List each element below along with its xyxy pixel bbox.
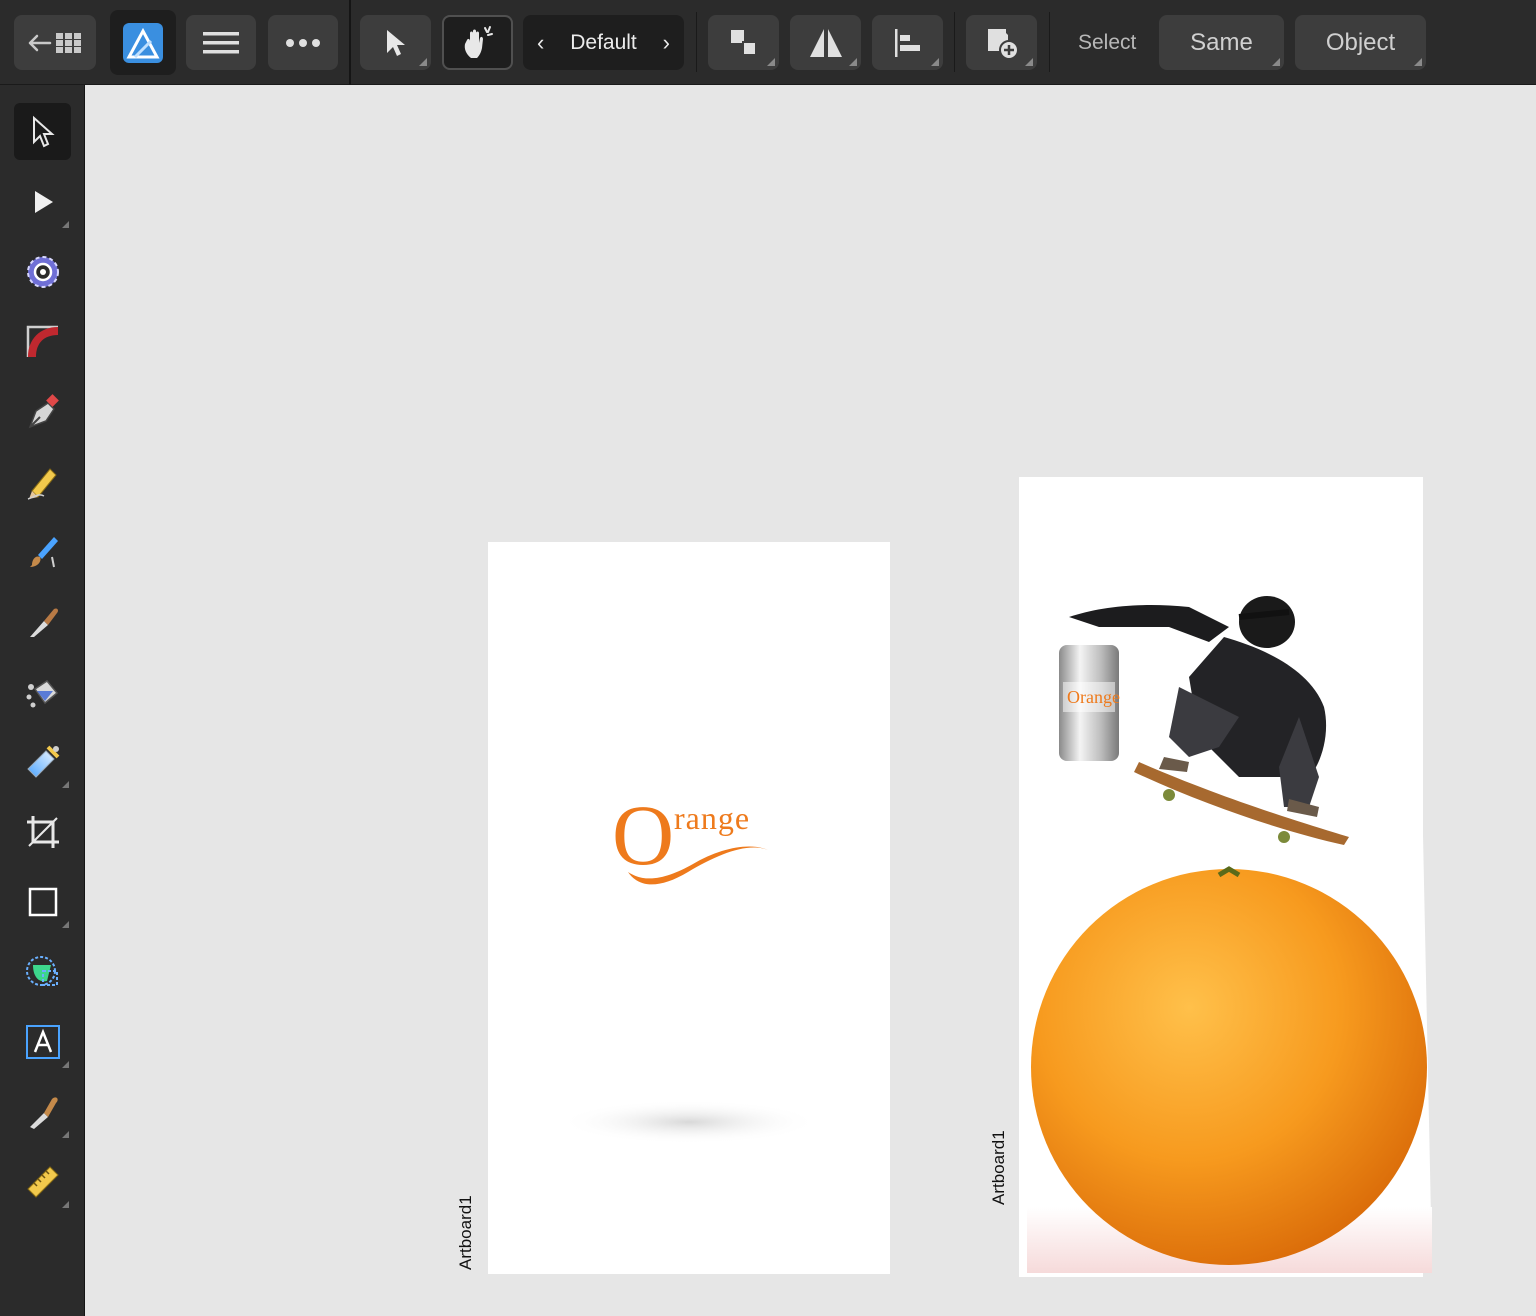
orange-logo-artwork: [559, 846, 819, 1144]
toolbar-divider: [696, 12, 697, 72]
toolbar-divider: [954, 12, 955, 72]
hamburger-menu-icon: [203, 31, 239, 53]
chevron-left-icon[interactable]: ‹: [537, 30, 544, 56]
artboard-label: Artboard1: [456, 1195, 475, 1270]
fill-tool[interactable]: [14, 663, 71, 720]
align-icon: [894, 28, 920, 57]
top-toolbar: ‹ Default › Select Same Object: [0, 0, 1536, 85]
artboard-logo[interactable]: O range: [488, 542, 890, 1274]
eraser-gradient-icon: [26, 745, 59, 778]
move-mode-button[interactable]: [360, 15, 431, 70]
vector-brush-tool[interactable]: [14, 523, 71, 580]
logo-letter-o: O: [612, 787, 675, 883]
pencil-icon: [27, 467, 57, 500]
pen-nib-icon: [28, 393, 59, 428]
artboard-photo[interactable]: Orange: [1019, 477, 1432, 1277]
pen-tool[interactable]: [14, 383, 71, 440]
touch-gesture-icon: [464, 25, 493, 58]
insert-button[interactable]: [966, 15, 1037, 70]
select-object-label: Object: [1325, 28, 1396, 56]
node-arrow-icon: [34, 190, 53, 213]
touch-gesture-button[interactable]: [442, 15, 513, 70]
knife-icon: [29, 607, 58, 637]
crop-icon: [26, 815, 59, 848]
transparency-tool[interactable]: [14, 733, 71, 790]
align-button[interactable]: [872, 15, 943, 70]
corner-curve-icon: [26, 325, 58, 357]
flip-icon: [809, 28, 842, 57]
rectangle-icon: [28, 887, 57, 916]
document-canvas[interactable]: O range Artboard1 Orange Artboard1: [86, 86, 1536, 1316]
can-label: Orange: [1067, 687, 1120, 707]
designer-persona-button[interactable]: [110, 10, 176, 75]
insert-icon: [987, 28, 1019, 60]
paint-bucket-icon: [26, 679, 58, 707]
corner-tool[interactable]: [14, 313, 71, 370]
target-ring-icon: [26, 255, 59, 288]
back-grid-icon: [28, 32, 81, 53]
menu-button[interactable]: [186, 15, 256, 70]
brush-icon: [29, 536, 58, 567]
select-same-button[interactable]: Same: [1159, 15, 1284, 70]
measure-tool[interactable]: [14, 1153, 71, 1210]
text-tool[interactable]: [14, 1013, 71, 1070]
crop-tool[interactable]: [14, 803, 71, 860]
home-button[interactable]: [14, 15, 96, 70]
context-default-label: Default: [570, 30, 637, 54]
persona-designer-icon: [123, 22, 163, 63]
arrange-icon: [730, 29, 757, 56]
chevron-right-icon[interactable]: ›: [663, 30, 670, 56]
tools-panel: [0, 85, 85, 1316]
text-frame-icon: [25, 1024, 60, 1059]
context-selector[interactable]: ‹ Default ›: [523, 15, 684, 70]
knife-tool[interactable]: [14, 593, 71, 650]
select-object-button[interactable]: Object: [1295, 15, 1426, 70]
ruler-icon: [26, 1165, 59, 1198]
rectangle-tool[interactable]: [14, 873, 71, 930]
contextual-tool[interactable]: [14, 243, 71, 300]
move-tool[interactable]: [14, 103, 71, 160]
toolbar-divider: [1049, 12, 1050, 72]
flip-button[interactable]: [790, 15, 861, 70]
shape-builder-icon: [25, 955, 58, 986]
more-button[interactable]: [268, 15, 338, 70]
toolbar-divider: [349, 0, 351, 85]
more-icon: [286, 38, 320, 47]
pointer-arrow-icon: [32, 115, 55, 147]
pencil-tool[interactable]: [14, 453, 71, 510]
select-same-label: Same: [1190, 28, 1253, 56]
shape-builder-tool[interactable]: [14, 943, 71, 1000]
node-tool[interactable]: [14, 173, 71, 230]
skater-orange-artwork: Orange: [1019, 596, 1432, 1273]
arrange-button[interactable]: [708, 15, 779, 70]
logo-wordmark: range: [674, 800, 751, 836]
select-label: Select: [1078, 30, 1137, 54]
color-picker-tool[interactable]: [14, 1083, 71, 1140]
eyedropper-icon: [29, 1096, 58, 1129]
artboard-label: Artboard1: [989, 1130, 1008, 1205]
move-tool-icon: [386, 29, 405, 56]
